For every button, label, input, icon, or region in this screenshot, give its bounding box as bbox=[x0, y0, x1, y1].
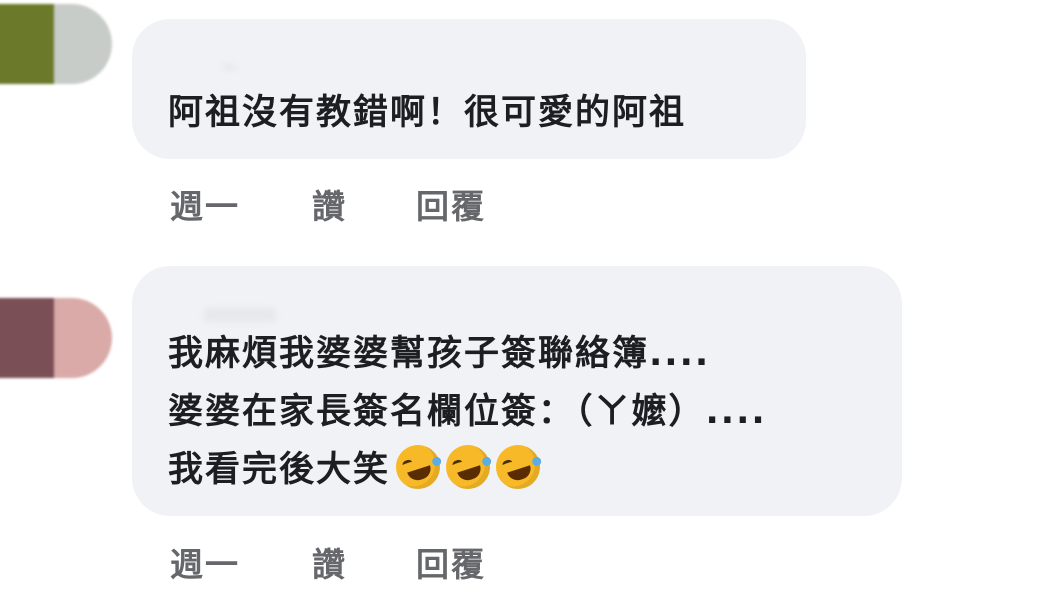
commenter-name-redacted[interactable] bbox=[204, 308, 276, 322]
avatar[interactable] bbox=[0, 298, 112, 378]
comment-text: 阿祖沒有教錯啊！很可愛的阿祖 bbox=[168, 84, 686, 142]
avatar-left-half bbox=[0, 4, 54, 84]
rolling-on-floor-laughing-emoji-icon bbox=[440, 439, 496, 495]
rolling-on-floor-laughing-emoji-icon bbox=[490, 439, 546, 495]
commenter-name-redacted[interactable] bbox=[222, 64, 236, 70]
like-button[interactable]: 讚 bbox=[312, 180, 347, 228]
avatar[interactable] bbox=[0, 4, 112, 84]
comment-line: 我麻煩我婆婆幫孩子簽聯絡簿.... bbox=[168, 334, 711, 374]
like-button[interactable]: 讚 bbox=[312, 538, 347, 586]
comment-timestamp[interactable]: 週一 bbox=[170, 538, 240, 586]
comment-text: 我麻煩我婆婆幫孩子簽聯絡簿.... 婆婆在家長簽名欄位簽：（ㄚ嬤）.... 我看… bbox=[168, 325, 767, 499]
avatar-right-half bbox=[54, 4, 112, 84]
avatar-right-half bbox=[54, 298, 112, 378]
comment-line: 阿祖沒有教錯啊！很可愛的阿祖 bbox=[168, 93, 687, 133]
reply-button[interactable]: 回覆 bbox=[416, 538, 486, 586]
avatar-left-half bbox=[0, 298, 54, 378]
comment-line-with-emoji: 我看完後大笑 bbox=[168, 439, 767, 499]
comment-timestamp[interactable]: 週一 bbox=[170, 180, 240, 228]
rolling-on-floor-laughing-emoji-icon bbox=[390, 439, 446, 495]
reply-button[interactable]: 回覆 bbox=[416, 180, 486, 228]
comment-line: 婆婆在家長簽名欄位簽：（ㄚ嬤）.... bbox=[168, 392, 767, 432]
comment-line-text: 我看完後大笑 bbox=[168, 450, 391, 490]
